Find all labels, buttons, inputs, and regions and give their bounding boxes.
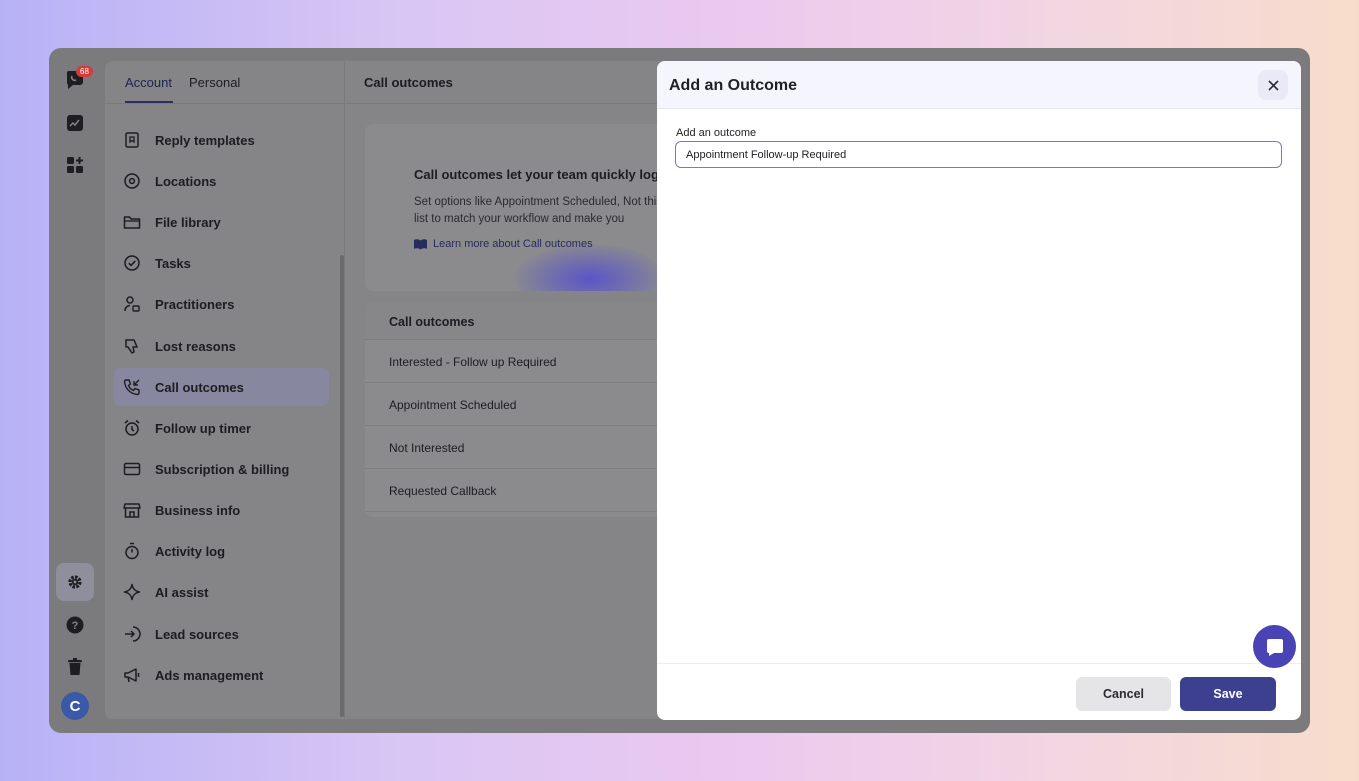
bookmark-icon <box>125 132 139 148</box>
sidebar-item-label: AI assist <box>155 584 209 600</box>
trash-icon <box>68 658 82 675</box>
row-label: Appointment Scheduled <box>389 398 517 412</box>
tab-personal[interactable]: Personal <box>189 75 240 90</box>
help-icon: ? <box>66 616 84 634</box>
sidebar-tabs: Account Personal <box>105 61 345 104</box>
cancel-button[interactable]: Cancel <box>1076 677 1171 711</box>
sidebar-item-label: Business info <box>155 502 241 518</box>
user-badge-icon <box>124 296 140 312</box>
sidebar-item-practitioners[interactable]: Practitioners <box>114 285 329 323</box>
add-outcome-modal: Add an Outcome Add an outcome Cancel Sav… <box>657 61 1301 720</box>
save-button[interactable]: Save <box>1180 677 1276 711</box>
sidebar-item-reply-templates[interactable]: Reply templates <box>114 121 329 159</box>
modal-footer: Cancel Save <box>657 663 1301 720</box>
sidebar-item-ads-management[interactable]: Ads management <box>114 656 329 694</box>
sidebar-item-ai-assist[interactable]: AI assist <box>114 573 329 611</box>
gear-icon <box>68 575 82 589</box>
megaphone-icon <box>124 668 140 683</box>
sidebar-item-follow-up-timer[interactable]: Follow up timer <box>114 409 329 447</box>
learn-more-link[interactable]: Learn more about Call outcomes <box>414 238 593 250</box>
sparkle-icon <box>123 583 141 601</box>
book-icon <box>414 238 427 249</box>
grid-add-icon <box>67 157 83 173</box>
sidebar-item-label: Practitioners <box>155 296 235 312</box>
sidebar-item-call-outcomes[interactable]: Call outcomes <box>114 368 329 406</box>
outcome-input[interactable] <box>675 141 1282 168</box>
folder-icon <box>123 216 141 229</box>
row-label: Interested - Follow up Required <box>389 355 557 369</box>
sidebar-item-label: File library <box>155 214 221 230</box>
settings-sidebar: Account Personal Reply templates Locatio… <box>105 61 345 719</box>
svg-text:?: ? <box>72 620 79 632</box>
sidebar-item-label: Reply templates <box>155 132 255 148</box>
chat-support-button[interactable] <box>1253 625 1296 668</box>
help-button[interactable]: ? <box>56 606 94 644</box>
page-title: Call outcomes <box>364 75 453 90</box>
row-label: Not Interested <box>389 441 465 455</box>
sidebar-item-label: Tasks <box>155 255 191 271</box>
modal-title: Add an Outcome <box>669 77 798 94</box>
phone-incoming-icon <box>123 379 140 396</box>
decorative-glow <box>515 244 665 291</box>
credit-card-icon <box>123 462 141 476</box>
settings-button[interactable] <box>56 563 94 601</box>
check-circle-icon <box>124 255 140 271</box>
sign-in-icon <box>125 626 141 642</box>
sidebar-scrollbar[interactable] <box>340 255 344 717</box>
store-icon <box>123 503 141 518</box>
trash-button[interactable] <box>56 648 94 686</box>
sidebar-item-label: Lost reasons <box>155 338 236 354</box>
row-label: Requested Callback <box>389 484 497 498</box>
outcome-field-label: Add an outcome <box>676 127 757 139</box>
sidebar-item-activity-log[interactable]: Activity log <box>114 532 329 570</box>
sidebar-item-label: Ads management <box>155 667 264 683</box>
chat-icon <box>1266 638 1283 656</box>
sidebar-item-lost-reasons[interactable]: Lost reasons <box>114 327 329 365</box>
icon-rail: 68 ? C <box>49 48 103 733</box>
sidebar-item-label: Follow up timer <box>155 420 252 436</box>
sidebar-item-subscription-billing[interactable]: Subscription & billing <box>114 450 329 488</box>
modal-header: Add an Outcome <box>657 61 1301 109</box>
sidebar-item-tasks[interactable]: Tasks <box>114 244 329 282</box>
active-tab-indicator <box>125 101 173 103</box>
apps-button[interactable] <box>56 146 94 184</box>
thumbs-down-icon <box>125 339 138 354</box>
close-icon <box>1267 79 1279 91</box>
sidebar-item-label: Subscription & billing <box>155 461 290 477</box>
sidebar-item-label: Locations <box>155 173 217 189</box>
alarm-clock-icon <box>124 419 140 436</box>
notification-badge: 68 <box>76 66 93 77</box>
stopwatch-icon <box>125 542 139 560</box>
sidebar-item-label: Activity log <box>155 543 226 559</box>
sidebar-item-label: Call outcomes <box>155 379 244 395</box>
info-title: Call outcomes let your team quickly log … <box>414 167 673 182</box>
sidebar-item-lead-sources[interactable]: Lead sources <box>114 615 329 653</box>
close-button[interactable] <box>1258 70 1288 100</box>
learn-more-label: Learn more about Call outcomes <box>433 238 593 250</box>
location-pin-icon <box>124 173 140 189</box>
info-body: Set options like Appointment Scheduled, … <box>414 196 663 225</box>
sidebar-item-business-info[interactable]: Business info <box>114 491 329 529</box>
chart-icon <box>67 115 83 131</box>
analytics-button[interactable] <box>56 104 94 142</box>
sidebar-item-file-library[interactable]: File library <box>114 203 329 241</box>
tab-account[interactable]: Account <box>125 75 172 90</box>
sidebar-item-locations[interactable]: Locations <box>114 162 329 200</box>
user-avatar[interactable]: C <box>61 692 89 720</box>
column-header: Call outcomes <box>389 315 475 329</box>
sidebar-item-label: Lead sources <box>155 626 239 642</box>
